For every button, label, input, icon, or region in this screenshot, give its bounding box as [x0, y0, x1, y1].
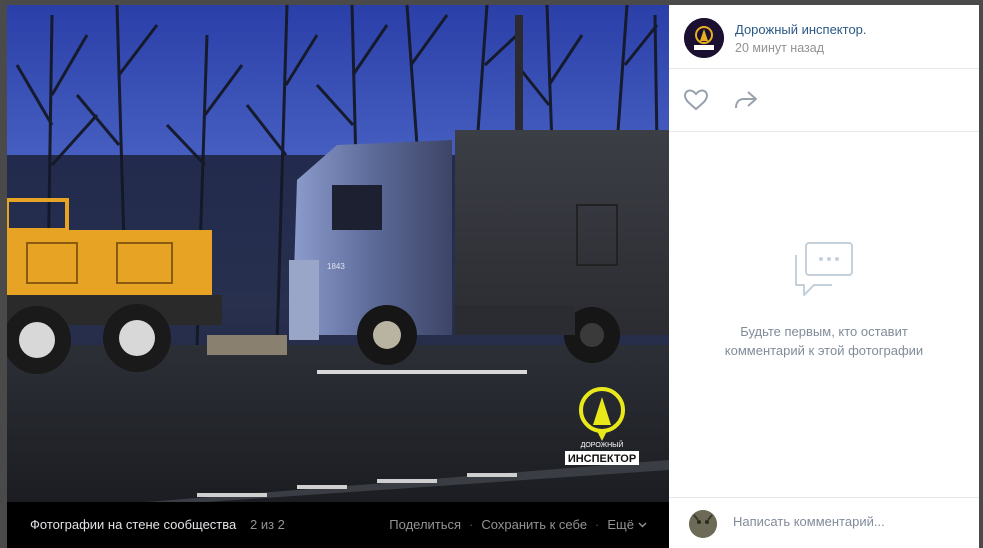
avatar[interactable]: [684, 18, 724, 58]
empty-line-1: Будьте первым, кто оставит: [740, 324, 908, 339]
share-arrow-icon[interactable]: [733, 89, 759, 111]
post-time[interactable]: 20 минут назад: [735, 41, 824, 55]
author-header: Дорожный инспектор. 20 минут назад: [669, 5, 979, 69]
share-button[interactable]: Поделиться: [389, 517, 461, 532]
truck-badge: 1843: [327, 262, 345, 271]
user-avatar-image: [689, 510, 717, 538]
photo-bottom-bar: Фотографии на стене сообщества 2 из 2 По…: [7, 502, 669, 548]
comment-input[interactable]: Написать комментарий...: [733, 514, 885, 529]
empty-comments: Будьте первым, кто оставит комментарий к…: [669, 241, 979, 360]
album-link[interactable]: Фотографии на стене сообщества: [30, 517, 236, 532]
photo[interactable]: 1843 ДОРОЖНЫЙ ИНСПЕКТОР: [7, 5, 669, 502]
empty-comments-text: Будьте первым, кто оставит комментарий к…: [669, 322, 979, 360]
separator: ·: [595, 517, 600, 532]
more-label: Ещё: [607, 517, 634, 532]
chevron-down-icon: [638, 522, 647, 527]
save-button[interactable]: Сохранить к себе: [481, 517, 587, 532]
side-panel: Дорожный инспектор. 20 минут назад Будьт…: [669, 5, 979, 548]
separator: ·: [469, 517, 474, 532]
author-name[interactable]: Дорожный инспектор.: [735, 22, 867, 37]
photo-counter: 2 из 2: [250, 517, 285, 532]
photo-actions: Поделиться · Сохранить к себе · Ещё: [389, 517, 647, 532]
comment-bar: Написать комментарий...: [669, 497, 979, 548]
reactions-row: [669, 69, 979, 132]
photo-viewer: 1843 ДОРОЖНЫЙ ИНСПЕКТОР Фотографии на ст…: [7, 5, 669, 548]
more-button[interactable]: Ещё: [607, 517, 647, 532]
photo-image: 1843 ДОРОЖНЫЙ ИНСПЕКТОР: [7, 5, 669, 502]
watermark-line2: ИНСПЕКТОР: [568, 453, 636, 465]
user-avatar[interactable]: [689, 510, 717, 538]
like-heart-icon[interactable]: [683, 89, 709, 111]
watermark-line1: ДОРОЖНЫЙ: [581, 440, 624, 449]
comment-bubble-icon: [795, 242, 853, 296]
community-logo-icon: [684, 18, 724, 58]
empty-line-2: комментарий к этой фотографии: [724, 343, 924, 358]
